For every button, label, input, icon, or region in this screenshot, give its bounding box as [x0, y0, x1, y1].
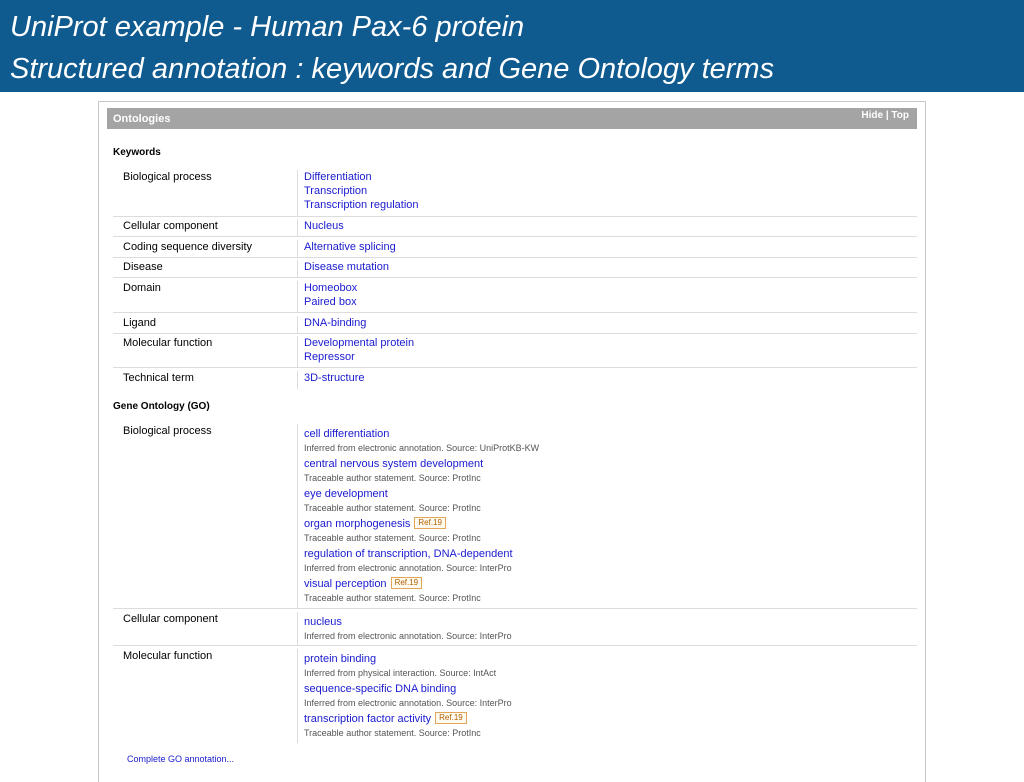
keyword-link[interactable]: Transcription regulation: [304, 198, 922, 212]
go-term-link[interactable]: sequence-specific DNA binding: [304, 683, 456, 695]
go-term-link[interactable]: eye development: [304, 488, 388, 500]
go-term-item: visual perception Ref.19 Traceable author…: [304, 574, 922, 604]
slide-header: UniProt example - Human Pax-6 protein St…: [0, 0, 1024, 92]
keywords-heading: Keywords: [113, 147, 161, 158]
top-link[interactable]: Top: [891, 110, 909, 121]
go-category-label: Molecular function: [123, 650, 213, 662]
slide-title-line-2: Structured annotation : keywords and Gen…: [10, 53, 775, 85]
section-links: Hide | Top: [861, 110, 909, 122]
go-term-item: central nervous system development Trace…: [304, 454, 922, 484]
keyword-link[interactable]: Alternative splicing: [304, 240, 922, 254]
go-evidence: Inferred from electronic annotation. Sou…: [304, 443, 540, 453]
go-heading: Gene Ontology (GO): [113, 401, 210, 412]
go-term-link[interactable]: nucleus: [304, 616, 342, 628]
go-evidence: Inferred from electronic annotation. Sou…: [304, 563, 512, 573]
keyword-category-label: Disease: [123, 261, 163, 273]
go-values: nucleus Inferred from electronic annotat…: [297, 612, 922, 645]
go-evidence: Traceable author statement. Source: Prot…: [304, 728, 481, 738]
go-evidence: Traceable author statement. Source: Prot…: [304, 473, 481, 483]
keyword-link[interactable]: Homeobox: [304, 281, 922, 295]
complete-go-annotation-link[interactable]: Complete GO annotation...: [127, 753, 234, 765]
keyword-link[interactable]: Nucleus: [304, 219, 922, 233]
keyword-values: DNA-binding: [297, 316, 922, 333]
go-term-item: transcription factor activity Ref.19 Trac…: [304, 709, 922, 739]
keyword-row: Coding sequence diversity Alternative sp…: [113, 240, 917, 258]
ontologies-panel: Ontologies Hide | Top Keywords Biologica…: [98, 101, 926, 782]
go-term-link[interactable]: regulation of transcription, DNA-depende…: [304, 548, 513, 560]
keyword-category-label: Ligand: [123, 317, 157, 329]
go-category-label: Cellular component: [123, 613, 218, 625]
go-term-link[interactable]: organ morphogenesis: [304, 518, 410, 530]
go-evidence: Traceable author statement. Source: Prot…: [304, 533, 481, 543]
go-term-link[interactable]: transcription factor activity: [304, 713, 431, 725]
keyword-row: Molecular function Developmental protein…: [113, 336, 917, 368]
keyword-values: 3D-structure: [297, 371, 922, 389]
keyword-values: Disease mutation: [297, 260, 922, 277]
go-term-item: eye development Traceable author stateme…: [304, 484, 922, 514]
keyword-link[interactable]: Repressor: [304, 350, 922, 364]
keyword-category-label: Domain: [123, 282, 161, 294]
go-term-link[interactable]: cell differentiation: [304, 428, 389, 440]
keyword-category-label: Molecular function: [123, 337, 213, 349]
go-term-item: protein binding Inferred from physical i…: [304, 649, 922, 679]
keyword-row: Domain Homeobox Paired box: [113, 281, 917, 313]
go-term-link[interactable]: protein binding: [304, 653, 376, 665]
reference-badge[interactable]: Ref.19: [435, 712, 467, 724]
keyword-row: Biological process Differentiation Trans…: [113, 170, 917, 217]
reference-badge[interactable]: Ref.19: [414, 517, 446, 529]
keyword-category-label: Technical term: [123, 372, 194, 384]
go-row: Cellular component nucleus Inferred from…: [113, 612, 917, 646]
go-values: cell differentiation Inferred from elect…: [297, 424, 922, 608]
go-row: Molecular function protein binding Infer…: [113, 649, 917, 743]
keyword-category-label: Cellular component: [123, 220, 218, 232]
slide-title-line-1: UniProt example - Human Pax-6 protein: [10, 11, 525, 43]
keyword-values: Developmental protein Repressor: [297, 336, 922, 367]
go-evidence: Inferred from electronic annotation. Sou…: [304, 698, 512, 708]
keyword-link[interactable]: Developmental protein: [304, 336, 922, 350]
keyword-link[interactable]: Paired box: [304, 295, 922, 309]
keyword-row: Ligand DNA-binding: [113, 316, 917, 334]
keyword-category-label: Coding sequence diversity: [123, 241, 253, 253]
keyword-values: Homeobox Paired box: [297, 281, 922, 312]
keyword-values: Differentiation Transcription Transcript…: [297, 170, 922, 216]
keyword-category-label: Biological process: [123, 171, 212, 183]
go-term-link[interactable]: visual perception: [304, 578, 387, 590]
section-header-bar: Ontologies Hide | Top: [107, 108, 917, 129]
go-term-item: regulation of transcription, DNA-depende…: [304, 544, 922, 574]
go-term-item: cell differentiation Inferred from elect…: [304, 424, 922, 454]
keyword-values: Nucleus: [297, 219, 922, 236]
go-evidence: Traceable author statement. Source: Prot…: [304, 593, 481, 603]
go-values: protein binding Inferred from physical i…: [297, 649, 922, 743]
keyword-row: Disease Disease mutation: [113, 260, 917, 278]
go-term-item: sequence-specific DNA binding Inferred f…: [304, 679, 922, 709]
hide-link[interactable]: Hide: [861, 110, 883, 121]
go-evidence: Inferred from physical interaction. Sour…: [304, 668, 497, 678]
go-term-item: nucleus Inferred from electronic annotat…: [304, 612, 922, 642]
keyword-values: Alternative splicing: [297, 240, 922, 257]
reference-badge[interactable]: Ref.19: [390, 577, 423, 589]
keyword-link[interactable]: 3D-structure: [304, 371, 922, 385]
go-evidence: Traceable author statement. Source: Prot…: [304, 503, 481, 513]
go-row: Biological process cell differentiation …: [113, 424, 917, 609]
go-term-item: organ morphogenesis Ref.19 Traceable auth…: [304, 514, 922, 544]
keyword-link[interactable]: Differentiation: [304, 170, 922, 184]
keyword-link[interactable]: Disease mutation: [304, 260, 922, 274]
go-evidence: Inferred from electronic annotation. Sou…: [304, 631, 512, 641]
keyword-link[interactable]: DNA-binding: [304, 316, 922, 330]
keyword-link[interactable]: Transcription: [304, 184, 922, 198]
go-term-link[interactable]: central nervous system development: [304, 458, 483, 470]
section-title: Ontologies: [113, 113, 171, 125]
go-category-label: Biological process: [123, 425, 212, 437]
keyword-row: Technical term 3D-structure: [113, 371, 917, 389]
keyword-row: Cellular component Nucleus: [113, 219, 917, 237]
